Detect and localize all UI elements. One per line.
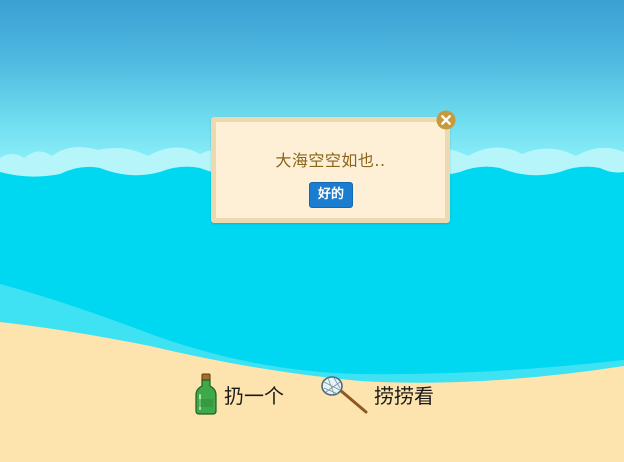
bottle-icon bbox=[195, 373, 217, 415]
net-icon bbox=[321, 376, 368, 414]
close-icon[interactable] bbox=[436, 110, 456, 130]
throw-label: 扔一个 bbox=[224, 383, 284, 408]
ok-button[interactable]: 好的 bbox=[309, 182, 353, 208]
fish-bottle-button[interactable]: 捞捞看 bbox=[320, 372, 434, 416]
sea-background bbox=[0, 147, 624, 462]
throw-bottle-button[interactable]: 扔一个 bbox=[194, 372, 284, 416]
dialog-message: 大海空空如也.. bbox=[275, 151, 386, 170]
fish-label: 捞捞看 bbox=[374, 383, 434, 408]
beach-scene: 大海空空如也.. 好的 扔一个 捞捞看 bbox=[0, 0, 624, 462]
message-dialog: 大海空空如也.. 好的 bbox=[211, 117, 450, 223]
